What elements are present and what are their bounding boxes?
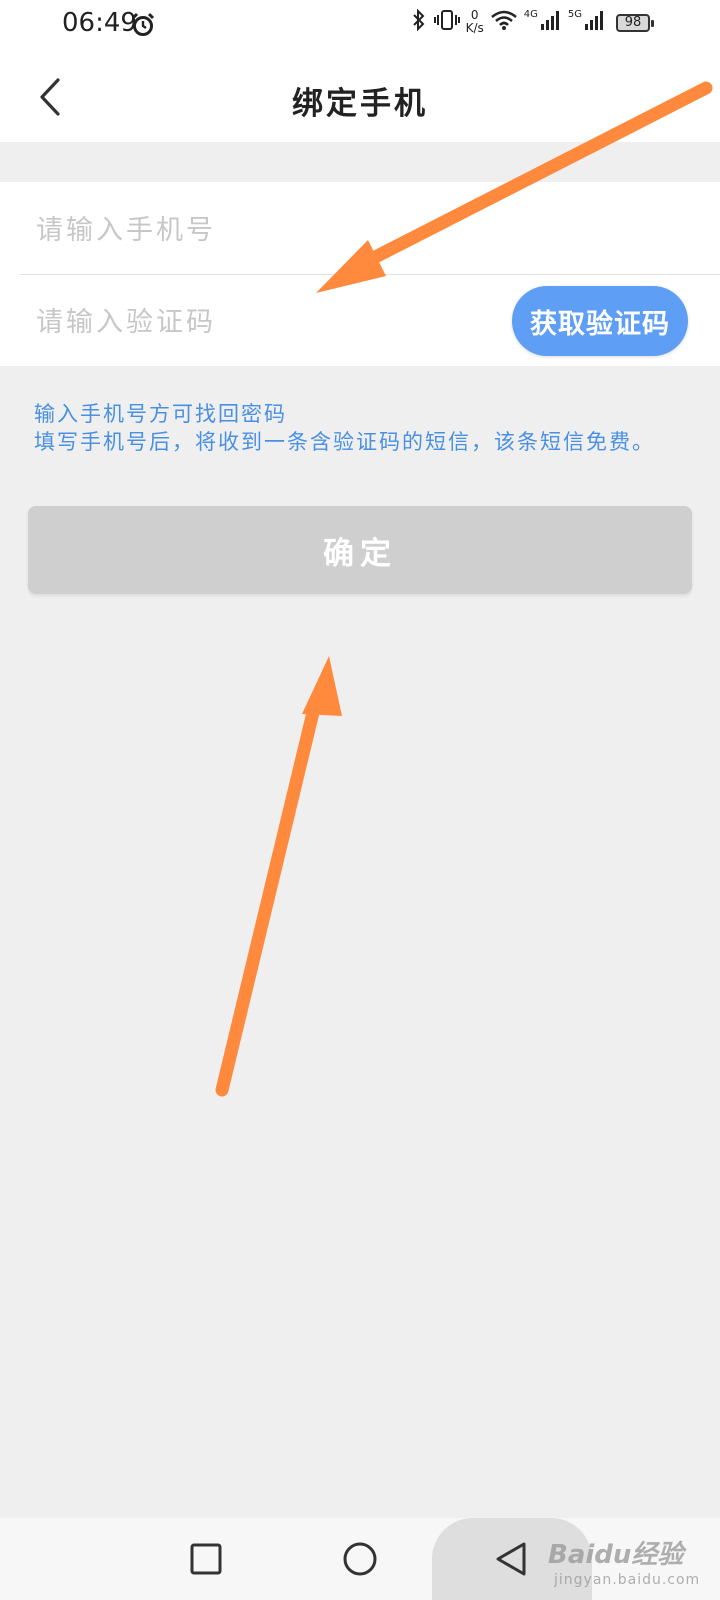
recent-apps-button[interactable] [161,1518,251,1600]
net-speed: 0 K/s [466,9,484,35]
verification-code-input[interactable] [34,286,478,358]
hint-text: 输入手机号方可找回密码 填写手机号后，将收到一条含验证码的短信，该条短信免费。 [34,400,655,456]
confirm-button[interactable]: 确定 [28,506,692,594]
battery-icon: 98 [616,14,654,32]
battery-level: 98 [624,15,642,30]
signal-icon [584,9,606,35]
signal-type-4g: 4G [523,8,538,20]
signal-icon [540,9,562,35]
status-bar: 06:49 0 K/s 4G 5G 98 [0,0,720,52]
net-speed-value: 0 [470,8,479,22]
wifi-icon [490,9,518,35]
triangle-back-icon [496,1542,526,1576]
bluetooth-icon [410,8,428,36]
status-time: 06:49 [62,8,137,38]
square-icon [190,1543,222,1575]
divider [20,274,720,275]
phone-input[interactable] [34,194,478,266]
title-bar: 绑定手机 [0,52,720,142]
hint-line-1: 输入手机号方可找回密码 [34,402,287,426]
nav-back-button[interactable] [466,1518,556,1600]
status-icons: 0 K/s 4G 5G [410,8,650,36]
signal-type-5g: 5G [567,8,582,20]
alarm-icon [130,12,156,42]
get-code-button[interactable]: 获取验证码 [512,286,688,356]
vibrate-icon [433,8,460,36]
home-button[interactable] [315,1518,405,1600]
hint-line-2: 填写手机号后，将收到一条含验证码的短信，该条短信免费。 [34,430,655,454]
page-title: 绑定手机 [292,86,428,122]
system-nav-bar [0,1518,720,1600]
net-speed-unit: K/s [465,21,484,35]
bind-phone-form: 获取验证码 [0,182,720,366]
circle-icon [343,1542,377,1576]
arrow-to-confirm-button [215,656,342,1097]
